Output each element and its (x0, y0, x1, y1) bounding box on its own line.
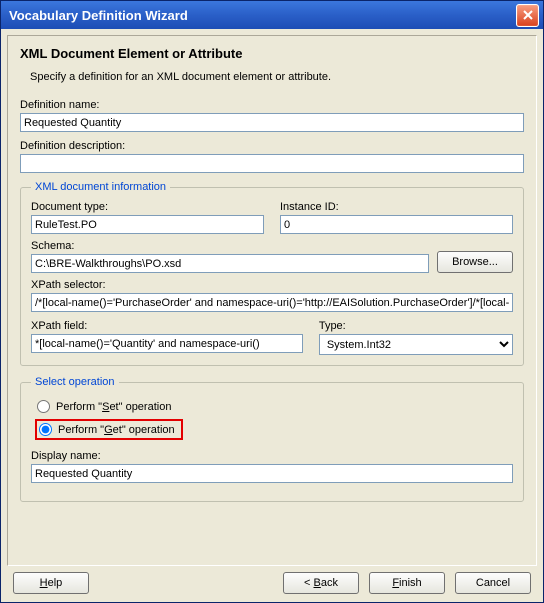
definition-name-label: Definition name: (20, 99, 524, 111)
schema-label: Schema: (31, 240, 429, 252)
select-operation-legend: Select operation (31, 376, 119, 388)
definition-name-block: Definition name: (20, 99, 524, 132)
xpath-selector-label: XPath selector: (31, 279, 513, 291)
browse-button[interactable]: Browse... (437, 251, 513, 273)
help-button[interactable]: Help (13, 572, 89, 594)
get-operation-row[interactable]: Perform "Get" operation (39, 423, 175, 436)
definition-name-input[interactable] (20, 113, 524, 132)
doc-type-label: Document type: (31, 201, 264, 213)
xml-info-legend: XML document information (31, 181, 170, 193)
back-button[interactable]: < Back (283, 572, 359, 594)
schema-input[interactable] (31, 254, 429, 273)
set-operation-row[interactable]: Perform "Set" operation (37, 400, 513, 413)
cancel-button[interactable]: Cancel (455, 572, 531, 594)
type-label: Type: (319, 320, 513, 332)
doc-type-input[interactable] (31, 215, 264, 234)
page-title: XML Document Element or Attribute (20, 46, 524, 61)
set-operation-radio[interactable] (37, 400, 50, 413)
window-title: Vocabulary Definition Wizard (9, 8, 188, 23)
type-select[interactable]: System.Int32 (319, 334, 513, 355)
instance-id-label: Instance ID: (280, 201, 513, 213)
xml-info-group: XML document information Document type: … (20, 181, 524, 366)
get-operation-label: Perform "Get" operation (58, 424, 175, 436)
close-icon (523, 10, 533, 20)
dialog-window: Vocabulary Definition Wizard XML Documen… (0, 0, 544, 603)
page-intro: Specify a definition for an XML document… (30, 71, 524, 83)
definition-desc-input[interactable] (20, 154, 524, 173)
definition-desc-block: Definition description: (20, 140, 524, 173)
set-operation-label: Perform "Set" operation (56, 401, 171, 413)
finish-button[interactable]: Finish (369, 572, 445, 594)
display-name-label: Display name: (31, 450, 513, 462)
content-area: XML Document Element or Attribute Specif… (1, 29, 543, 602)
xpath-field-input[interactable] (31, 334, 303, 353)
titlebar: Vocabulary Definition Wizard (1, 1, 543, 29)
definition-desc-label: Definition description: (20, 140, 524, 152)
select-operation-group: Select operation Perform "Set" operation… (20, 376, 524, 502)
main-pane: XML Document Element or Attribute Specif… (7, 35, 537, 566)
display-name-input[interactable] (31, 464, 513, 483)
get-operation-radio[interactable] (39, 423, 52, 436)
close-button[interactable] (516, 4, 539, 27)
xpath-field-label: XPath field: (31, 320, 303, 332)
get-operation-highlight: Perform "Get" operation (35, 419, 183, 440)
instance-id-input[interactable] (280, 215, 513, 234)
xpath-selector-input[interactable] (31, 293, 513, 312)
bottom-button-bar: Help < Back Finish Cancel (7, 566, 537, 596)
